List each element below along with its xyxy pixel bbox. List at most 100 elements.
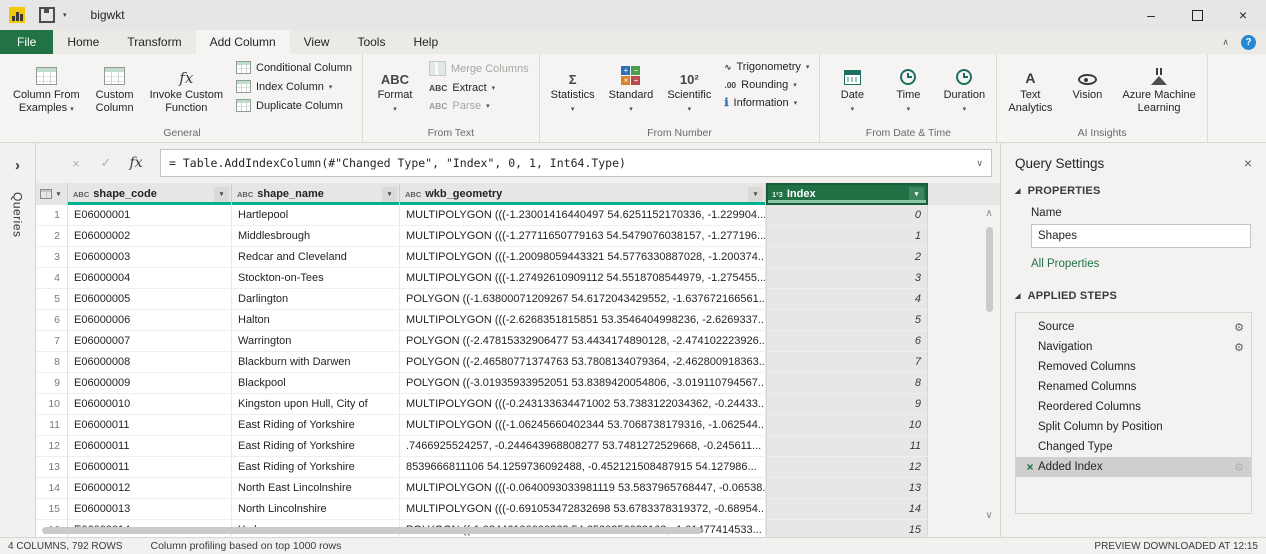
horizontal-scrollbar-thumb[interactable] [42, 527, 702, 534]
cell-index[interactable]: 0 [766, 205, 928, 226]
help-icon[interactable]: ? [1241, 35, 1256, 50]
row-number[interactable]: 6 [36, 310, 68, 331]
cell-shape-code[interactable]: E06000005 [68, 289, 232, 310]
duration-button[interactable]: Duration▾ [936, 57, 992, 116]
column-header-shape-name[interactable]: ABCshape_name▾ [232, 183, 400, 205]
fx-icon[interactable]: fx [122, 155, 150, 171]
column-from-examples-button[interactable]: Column FromExamples ▾ [6, 57, 87, 116]
cell-shape-name[interactable]: East Riding of Yorkshire [232, 436, 400, 457]
row-number[interactable]: 15 [36, 499, 68, 520]
cell-shape-code[interactable]: E06000010 [68, 394, 232, 415]
cell-shape-name[interactable]: North East Lincolnshire [232, 478, 400, 499]
cell-shape-name[interactable]: Redcar and Cleveland [232, 247, 400, 268]
cell-shape-code[interactable]: E06000007 [68, 331, 232, 352]
column-header-index[interactable]: 1²3Index▾ [766, 183, 928, 205]
step-removed-columns[interactable]: Removed Columns [1016, 357, 1251, 377]
row-number[interactable]: 7 [36, 331, 68, 352]
vision-button[interactable]: Vision [1059, 57, 1115, 102]
azure-machine-learning-button[interactable]: Azure MachineLearning [1115, 57, 1202, 115]
vertical-scrollbar[interactable]: ∧ ∨ [982, 209, 996, 521]
cell-shape-name[interactable]: Halton [232, 310, 400, 331]
cell-wkb-geometry[interactable]: 8539666811106 54.1259736092488, -0.45212… [400, 457, 766, 478]
cell-wkb-geometry[interactable]: MULTIPOLYGON (((-1.27492610909112 54.551… [400, 268, 766, 289]
cell-wkb-geometry[interactable]: POLYGON ((-1.63800071209267 54.617204342… [400, 289, 766, 310]
applied-steps-section-header[interactable]: ◢ APPLIED STEPS [1001, 286, 1266, 306]
cell-wkb-geometry[interactable]: MULTIPOLYGON (((-0.0640093033981119 53.5… [400, 478, 766, 499]
cell-wkb-geometry[interactable]: POLYGON ((-3.01935933952051 53.838942005… [400, 373, 766, 394]
cell-index[interactable]: 11 [766, 436, 928, 457]
cell-shape-name[interactable]: Blackburn with Darwen [232, 352, 400, 373]
extract-button[interactable]: ABCExtract▾ [425, 81, 533, 95]
row-number[interactable]: 13 [36, 457, 68, 478]
cell-shape-name[interactable]: North Lincolnshire [232, 499, 400, 520]
cell-shape-code[interactable]: E06000011 [68, 457, 232, 478]
step-renamed-columns[interactable]: Renamed Columns [1016, 377, 1251, 397]
cell-wkb-geometry[interactable]: .7466925524257, -0.244643968808277 53.74… [400, 436, 766, 457]
vertical-scrollbar-thumb[interactable] [986, 227, 993, 312]
minimize-button[interactable]: – [1128, 0, 1174, 30]
cell-shape-code[interactable]: E06000011 [68, 415, 232, 436]
tab-tools[interactable]: Tools [343, 30, 399, 54]
row-number[interactable]: 10 [36, 394, 68, 415]
properties-section-header[interactable]: ◢ PROPERTIES [1001, 181, 1266, 201]
trigonometry-button[interactable]: ∿Trigonometry▾ [720, 60, 813, 74]
cell-shape-code[interactable]: E06000011 [68, 436, 232, 457]
information-button[interactable]: ℹInformation▾ [720, 96, 813, 110]
cell-shape-name[interactable]: Middlesbrough [232, 226, 400, 247]
filter-icon[interactable]: ▾ [382, 187, 397, 202]
filter-icon[interactable]: ▾ [214, 187, 229, 202]
cell-index[interactable]: 2 [766, 247, 928, 268]
table-menu-icon[interactable]: ▾ [54, 187, 64, 202]
step-settings-gear-icon[interactable]: ⚙ [1234, 321, 1246, 334]
text-analytics-button[interactable]: ATextAnalytics [1001, 57, 1059, 115]
tab-file[interactable]: File [0, 30, 53, 54]
row-number[interactable]: 3 [36, 247, 68, 268]
remove-step-icon[interactable]: × [1022, 460, 1038, 474]
cell-shape-code[interactable]: E06000003 [68, 247, 232, 268]
row-number[interactable]: 14 [36, 478, 68, 499]
cell-index[interactable]: 5 [766, 310, 928, 331]
commit-formula-icon[interactable]: ✓ [92, 155, 120, 171]
step-source[interactable]: Source⚙ [1016, 317, 1251, 337]
step-settings-gear-icon[interactable]: ⚙ [1234, 461, 1246, 474]
column-header-wkb-geometry[interactable]: ABCwkb_geometry▾ [400, 183, 766, 205]
row-number[interactable]: 8 [36, 352, 68, 373]
cell-shape-name[interactable]: Darlington [232, 289, 400, 310]
row-number[interactable]: 2 [36, 226, 68, 247]
invoke-custom-function-button[interactable]: fxInvoke CustomFunction [143, 57, 230, 115]
row-number[interactable]: 4 [36, 268, 68, 289]
time-button[interactable]: Time▾ [880, 57, 936, 116]
tab-help[interactable]: Help [399, 30, 452, 54]
cell-index[interactable]: 3 [766, 268, 928, 289]
cell-shape-code[interactable]: E06000006 [68, 310, 232, 331]
custom-column-button[interactable]: CustomColumn [87, 57, 143, 115]
tab-transform[interactable]: Transform [113, 30, 195, 54]
filter-icon[interactable]: ▾ [748, 187, 763, 202]
cell-index[interactable]: 8 [766, 373, 928, 394]
step-settings-gear-icon[interactable]: ⚙ [1234, 341, 1246, 354]
cell-shape-code[interactable]: E06000009 [68, 373, 232, 394]
scientific-button[interactable]: 10²Scientific▾ [660, 57, 718, 116]
cell-shape-code[interactable]: E06000004 [68, 268, 232, 289]
formula-expand-icon[interactable]: ∨ [976, 158, 983, 169]
step-added-index[interactable]: ×Added Index⚙ [1016, 457, 1251, 477]
row-number[interactable]: 12 [36, 436, 68, 457]
step-split-column-by-position[interactable]: Split Column by Position [1016, 417, 1251, 437]
cell-index[interactable]: 1 [766, 226, 928, 247]
cancel-formula-icon[interactable]: × [62, 156, 90, 171]
cell-shape-code[interactable]: E06000008 [68, 352, 232, 373]
cell-wkb-geometry[interactable]: MULTIPOLYGON (((-1.06245660402344 53.706… [400, 415, 766, 436]
cell-index[interactable]: 9 [766, 394, 928, 415]
rounding-button[interactable]: .00Rounding▾ [720, 78, 813, 92]
cell-wkb-geometry[interactable]: MULTIPOLYGON (((-0.243133634471002 53.73… [400, 394, 766, 415]
cell-wkb-geometry[interactable]: MULTIPOLYGON (((-1.27711650779163 54.547… [400, 226, 766, 247]
scroll-up-icon[interactable]: ∧ [985, 209, 992, 219]
cell-index[interactable]: 13 [766, 478, 928, 499]
expand-queries-icon[interactable]: › [15, 157, 20, 174]
close-panel-icon[interactable]: × [1244, 155, 1252, 171]
cell-shape-code[interactable]: E06000012 [68, 478, 232, 499]
duplicate-column-button[interactable]: Duplicate Column [232, 98, 356, 113]
queries-pane-collapsed[interactable]: › Queries [0, 143, 36, 537]
quick-access-caret-icon[interactable]: ▾ [63, 11, 67, 19]
collapse-ribbon-icon[interactable]: ∧ [1222, 37, 1229, 48]
